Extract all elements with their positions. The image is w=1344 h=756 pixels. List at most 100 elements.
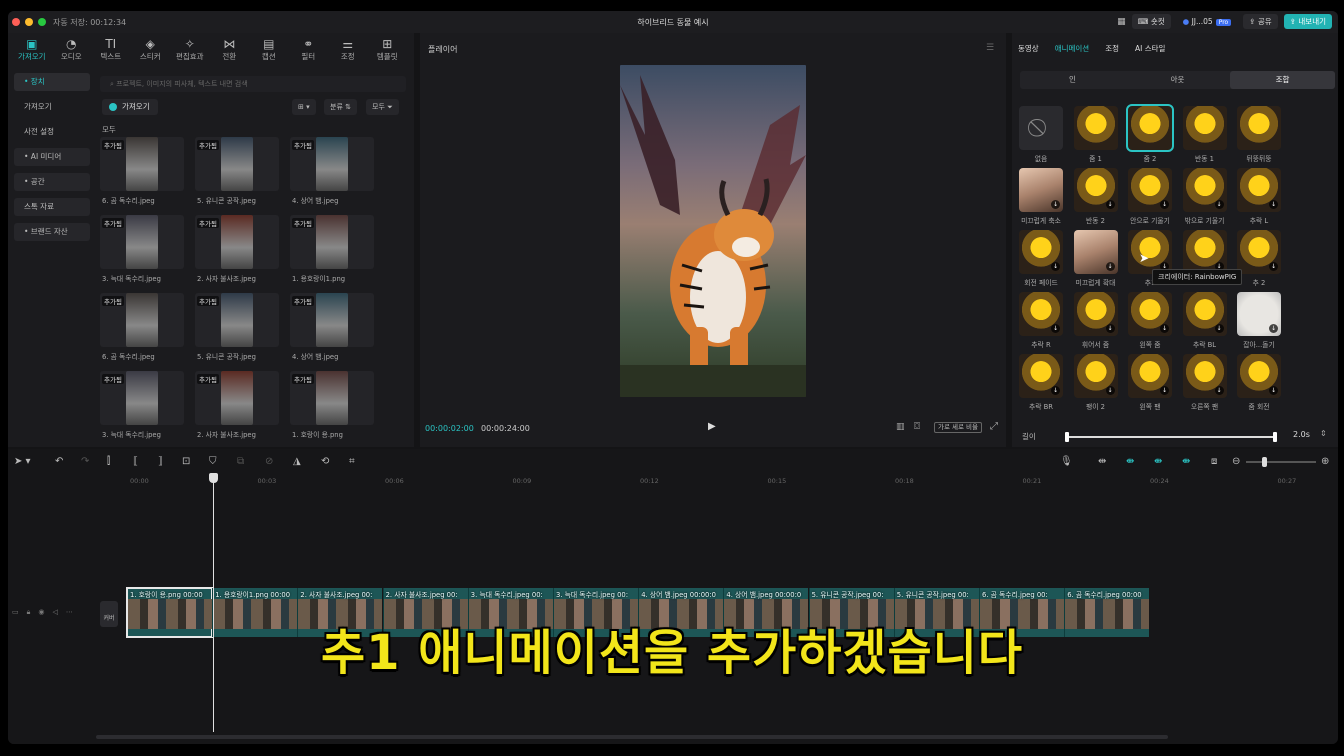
duration-value[interactable]: 2.0s (1293, 430, 1310, 439)
slider-start-handle[interactable] (1065, 432, 1069, 442)
tool-caption[interactable]: ▤ 캡션 (249, 33, 289, 67)
layout-icon[interactable]: ▦ (1117, 17, 1126, 27)
fullscreen-icon[interactable]: ⤢ (990, 421, 998, 432)
filter-button[interactable]: 모두 ⏷ (366, 99, 399, 115)
tool-audio[interactable]: ◔ 오디오 (52, 33, 92, 67)
duration-slider[interactable] (1065, 432, 1277, 442)
animation-item[interactable]: 줌 2 (1126, 104, 1174, 163)
play-icon[interactable]: ▶ (708, 421, 716, 432)
animation-item[interactable]: ↓ 잡아...돌기 (1236, 292, 1282, 349)
tool-sticker[interactable]: ◈ 스티커 (131, 33, 171, 67)
rotate-icon[interactable]: ⟲ (321, 456, 329, 467)
animation-item[interactable]: ↓ 반동 2 (1073, 168, 1119, 225)
media-item[interactable]: 추가됨 1. 호랑이 용.png (290, 371, 374, 439)
media-item[interactable]: 추가됨 2. 사자 불사조.jpeg (195, 215, 279, 283)
tab-animation[interactable]: 애니메이션 (1055, 43, 1090, 54)
segment-out[interactable]: 아웃 (1125, 71, 1230, 89)
segment-combo[interactable]: 조합 (1230, 71, 1335, 89)
mirror-icon[interactable]: ◮ (293, 456, 301, 467)
animation-item[interactable]: ↓ 추락 BR (1018, 354, 1064, 411)
duration-stepper-icon[interactable]: ⇕ (1320, 429, 1327, 438)
media-item[interactable]: 추가됨 5. 유니콘 공작.jpeg (195, 293, 279, 361)
animation-item[interactable]: ↓ 추락 L (1236, 168, 1282, 225)
animation-item[interactable]: ↓ 밖으로 기울기 (1182, 168, 1228, 225)
media-item[interactable]: 추가됨 6. 곰 독수리.jpeg (100, 137, 184, 205)
animation-item[interactable]: ⃠ 없음 (1018, 106, 1064, 163)
fit-icon[interactable]: ⧈ (1211, 456, 1217, 467)
crop-icon[interactable]: ⌗ (349, 456, 355, 467)
tab-ai-style[interactable]: AI 스타일 (1135, 43, 1165, 54)
share-button[interactable]: ⇪ 공유 (1243, 14, 1278, 29)
segment-in[interactable]: 인 (1020, 71, 1125, 89)
tool-text[interactable]: TI 텍스트 (91, 33, 131, 67)
media-item[interactable]: 추가됨 5. 유니콘 공작.jpeg (195, 137, 279, 205)
select-tool-icon[interactable]: ➤ ▾ (14, 456, 31, 467)
sidebar-item-stock[interactable]: 스톡 자료 (14, 198, 90, 216)
media-item[interactable]: 추가됨 6. 곰 독수리.jpeg (100, 293, 184, 361)
animation-item[interactable]: ↓ 왼쪽 줌 (1127, 292, 1173, 349)
media-item[interactable]: 추가됨 1. 용호랑이1.png (290, 215, 374, 283)
tool-effects[interactable]: ✧ 편집효과 (170, 33, 210, 67)
zoom-in-icon[interactable]: ⊕ (1321, 456, 1329, 467)
split-right-icon[interactable]: ⟧ (158, 456, 163, 467)
animation-item[interactable]: ↓ 추락 BL (1182, 292, 1228, 349)
timeline-scrollbar[interactable] (96, 735, 1168, 739)
split-left-icon[interactable]: ⟦ (133, 456, 138, 467)
export-button[interactable]: ⇪ 내보내기 (1283, 14, 1332, 29)
media-item[interactable]: 추가됨 3. 늑대 독수리.jpeg (100, 215, 184, 283)
redo-icon[interactable]: ↷ (81, 456, 89, 467)
reverse-icon[interactable]: ⊘ (265, 456, 273, 467)
sidebar-item-brand-assets[interactable]: • 브랜드 자산 (14, 223, 90, 241)
aspect-ratio-button[interactable]: 가로 세로 비율 (934, 422, 983, 433)
marker-icon[interactable]: ⛉ (209, 456, 217, 467)
delete-icon[interactable]: ⊡ (182, 456, 190, 467)
animation-item[interactable]: ↓ 회전 페이드 (1018, 230, 1064, 287)
animation-item[interactable]: 뒤뚱뒤뚱 (1236, 106, 1282, 163)
tool-transition[interactable]: ⋈ 전환 (210, 33, 250, 67)
media-item[interactable]: 추가됨 3. 늑대 독수리.jpeg (100, 371, 184, 439)
animation-item[interactable]: ↓ 안으로 기울기 (1127, 168, 1173, 225)
microphone-icon[interactable]: 🎙 (1060, 456, 1073, 467)
animation-item[interactable]: ↓ 추 2 (1236, 230, 1282, 287)
timeline-ruler[interactable]: 00:00 00:03 00:06 00:09 00:12 00:15 00:18 00:21… (130, 477, 1330, 489)
screenshot-icon[interactable]: ⌼ (914, 421, 920, 432)
auto-snap-icon[interactable]: ⇼ (1154, 456, 1162, 467)
animation-item[interactable]: ↓ 미끄럽게 확대 (1073, 230, 1119, 287)
shortcut-button[interactable]: ⌨ 숏컷 (1131, 14, 1171, 29)
user-account[interactable]: ● JJ...05 Pro (1177, 14, 1238, 29)
media-search-input[interactable]: ⌕ 프로젝트, 이미지의 피사체, 텍스트 내면 검색 (100, 76, 406, 92)
import-button[interactable]: 가져오기 (102, 99, 158, 115)
magnet-icon[interactable]: ⇼ (1126, 456, 1134, 467)
preview-video[interactable] (620, 65, 806, 397)
sidebar-item-ai-media[interactable]: • AI 미디어 (14, 148, 90, 166)
menu-icon[interactable]: ☰ (986, 43, 994, 53)
sidebar-item-import[interactable]: 가져오기 (14, 98, 90, 116)
sidebar-item-space[interactable]: • 공간 (14, 173, 90, 191)
tool-template[interactable]: ⊞ 템플릿 (368, 33, 408, 67)
sidebar-item-presets[interactable]: 사전 설정 (14, 123, 90, 141)
media-item[interactable]: 추가됨 2. 사자 불사조.jpeg (195, 371, 279, 439)
animation-item[interactable]: ↓ 왼쪽 팬 (1127, 354, 1173, 411)
tab-video[interactable]: 동영상 (1018, 43, 1039, 54)
preview-axis-icon[interactable]: ⇼ (1182, 456, 1190, 467)
sidebar-item-device[interactable]: • 장치 (14, 73, 90, 91)
playhead[interactable] (213, 474, 214, 732)
tool-filter[interactable]: ⚭ 필터 (289, 33, 329, 67)
undo-icon[interactable]: ↶ (55, 456, 63, 467)
split-icon[interactable]: ⫿ (107, 456, 110, 467)
animation-item[interactable]: ↓ 추락 R (1018, 292, 1064, 349)
media-item[interactable]: 추가됨 4. 상어 뱀.jpeg (290, 137, 374, 205)
animation-item[interactable]: 반동 1 (1182, 106, 1228, 163)
media-item[interactable]: 추가됨 4. 상어 뱀.jpeg (290, 293, 374, 361)
animation-item[interactable]: 줌 1 (1073, 106, 1119, 163)
zoom-out-icon[interactable]: ⊖ (1232, 456, 1240, 467)
freeze-icon[interactable]: ⧉ (237, 456, 244, 467)
animation-item[interactable]: ↓ 휘어서 줌 (1073, 292, 1119, 349)
animation-item[interactable]: ↓ 팽이 2 (1073, 354, 1119, 411)
tool-adjust[interactable]: ⚌ 조정 (328, 33, 368, 67)
zoom-slider-handle[interactable] (1262, 457, 1267, 467)
link-icon[interactable]: ⇹ (1098, 456, 1106, 467)
tool-import[interactable]: ▣ 가져오기 (12, 33, 52, 67)
safe-area-icon[interactable]: ▥ (896, 422, 905, 432)
animation-item[interactable]: ↓ 줌 회전 (1236, 354, 1282, 411)
